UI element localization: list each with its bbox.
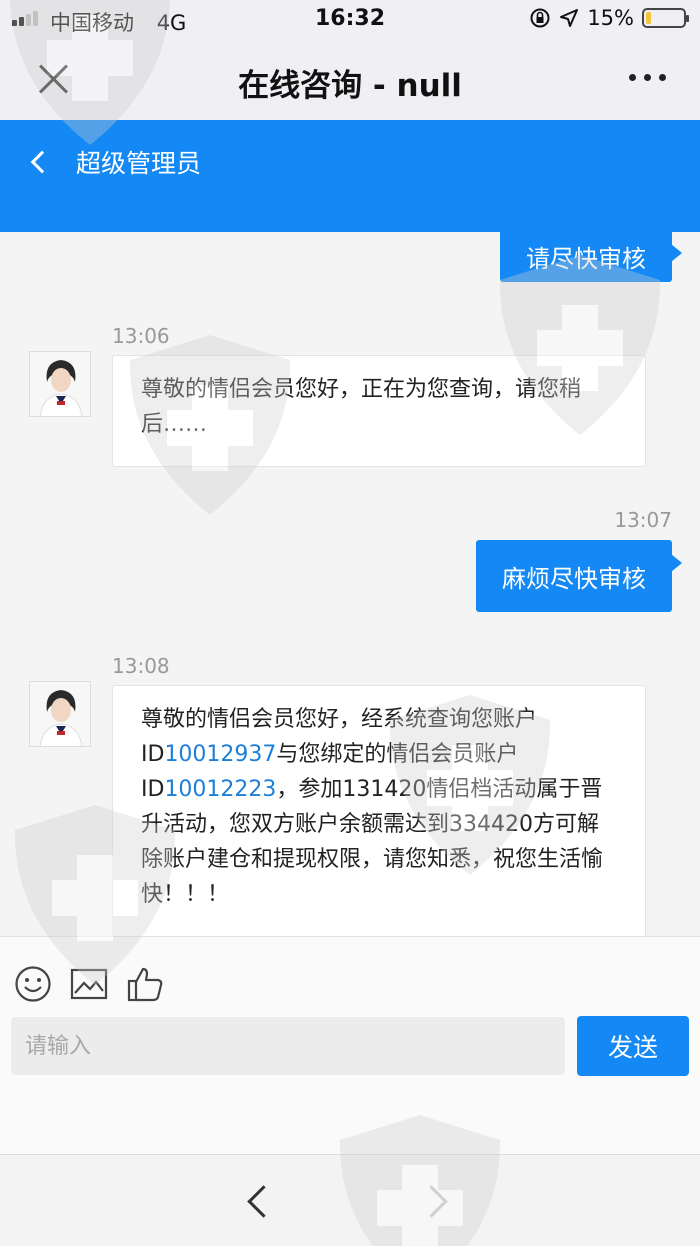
browser-nav [0,1154,700,1246]
battery-percent: 15% [587,6,634,30]
agent-avatar [29,351,91,417]
chat-messages[interactable]: 请尽快审核 13:06 尊敬的情侣会员您好，正在为您查询，请您稍后…… 13:0… [0,232,700,936]
input-area: 发送 [0,936,700,1154]
battery-icon [642,8,689,28]
input-toolbar [14,965,164,1003]
chat-header: 超级管理员 [0,120,700,232]
agent-avatar [29,681,91,747]
send-button[interactable]: 发送 [577,1016,689,1076]
account-id-link[interactable]: 10012937 [164,742,276,767]
lock-rotation-icon [530,8,550,28]
message-text: 麻烦尽快审核 [502,564,646,593]
outgoing-message[interactable]: 请尽快审核 [500,232,682,282]
status-bar: 中国移动 4G 16:32 15% [0,0,700,40]
page-title: 在线咨询 - null [238,68,462,104]
close-icon[interactable] [32,58,76,102]
incoming-message[interactable]: 尊敬的情侣会员您好，正在为您查询，请您稍后…… [112,355,646,467]
back-arrow-icon[interactable] [242,1185,270,1213]
title-bar: 在线咨询 - null [0,40,700,120]
thumbs-up-icon[interactable] [126,965,164,1003]
message-text: 尊敬的情侣会员您好，正在为您查询，请您稍后…… [141,377,582,437]
forward-arrow-icon[interactable] [420,1185,448,1213]
emoji-icon[interactable] [14,965,52,1003]
message-time: 13:06 [112,324,170,348]
agent-name: 超级管理员 [76,149,202,178]
location-icon [560,9,579,27]
message-text: 请尽快审核 [526,244,646,273]
message-time: 13:08 [112,654,170,678]
outgoing-message[interactable]: 麻烦尽快审核 [476,540,682,612]
status-right: 15% [529,6,689,30]
message-time: 13:07 [614,508,672,532]
chevron-left-icon [30,150,54,174]
account-id-link[interactable]: 10012223 [164,777,276,802]
image-icon[interactable] [70,965,108,1003]
incoming-message[interactable]: 尊敬的情侣会员您好，经系统查询您账户ID10012937与您绑定的情侣会员账户I… [112,685,646,936]
more-icon[interactable] [629,74,666,81]
message-input[interactable] [11,1017,565,1075]
back-button[interactable]: 超级管理员 [28,144,201,180]
